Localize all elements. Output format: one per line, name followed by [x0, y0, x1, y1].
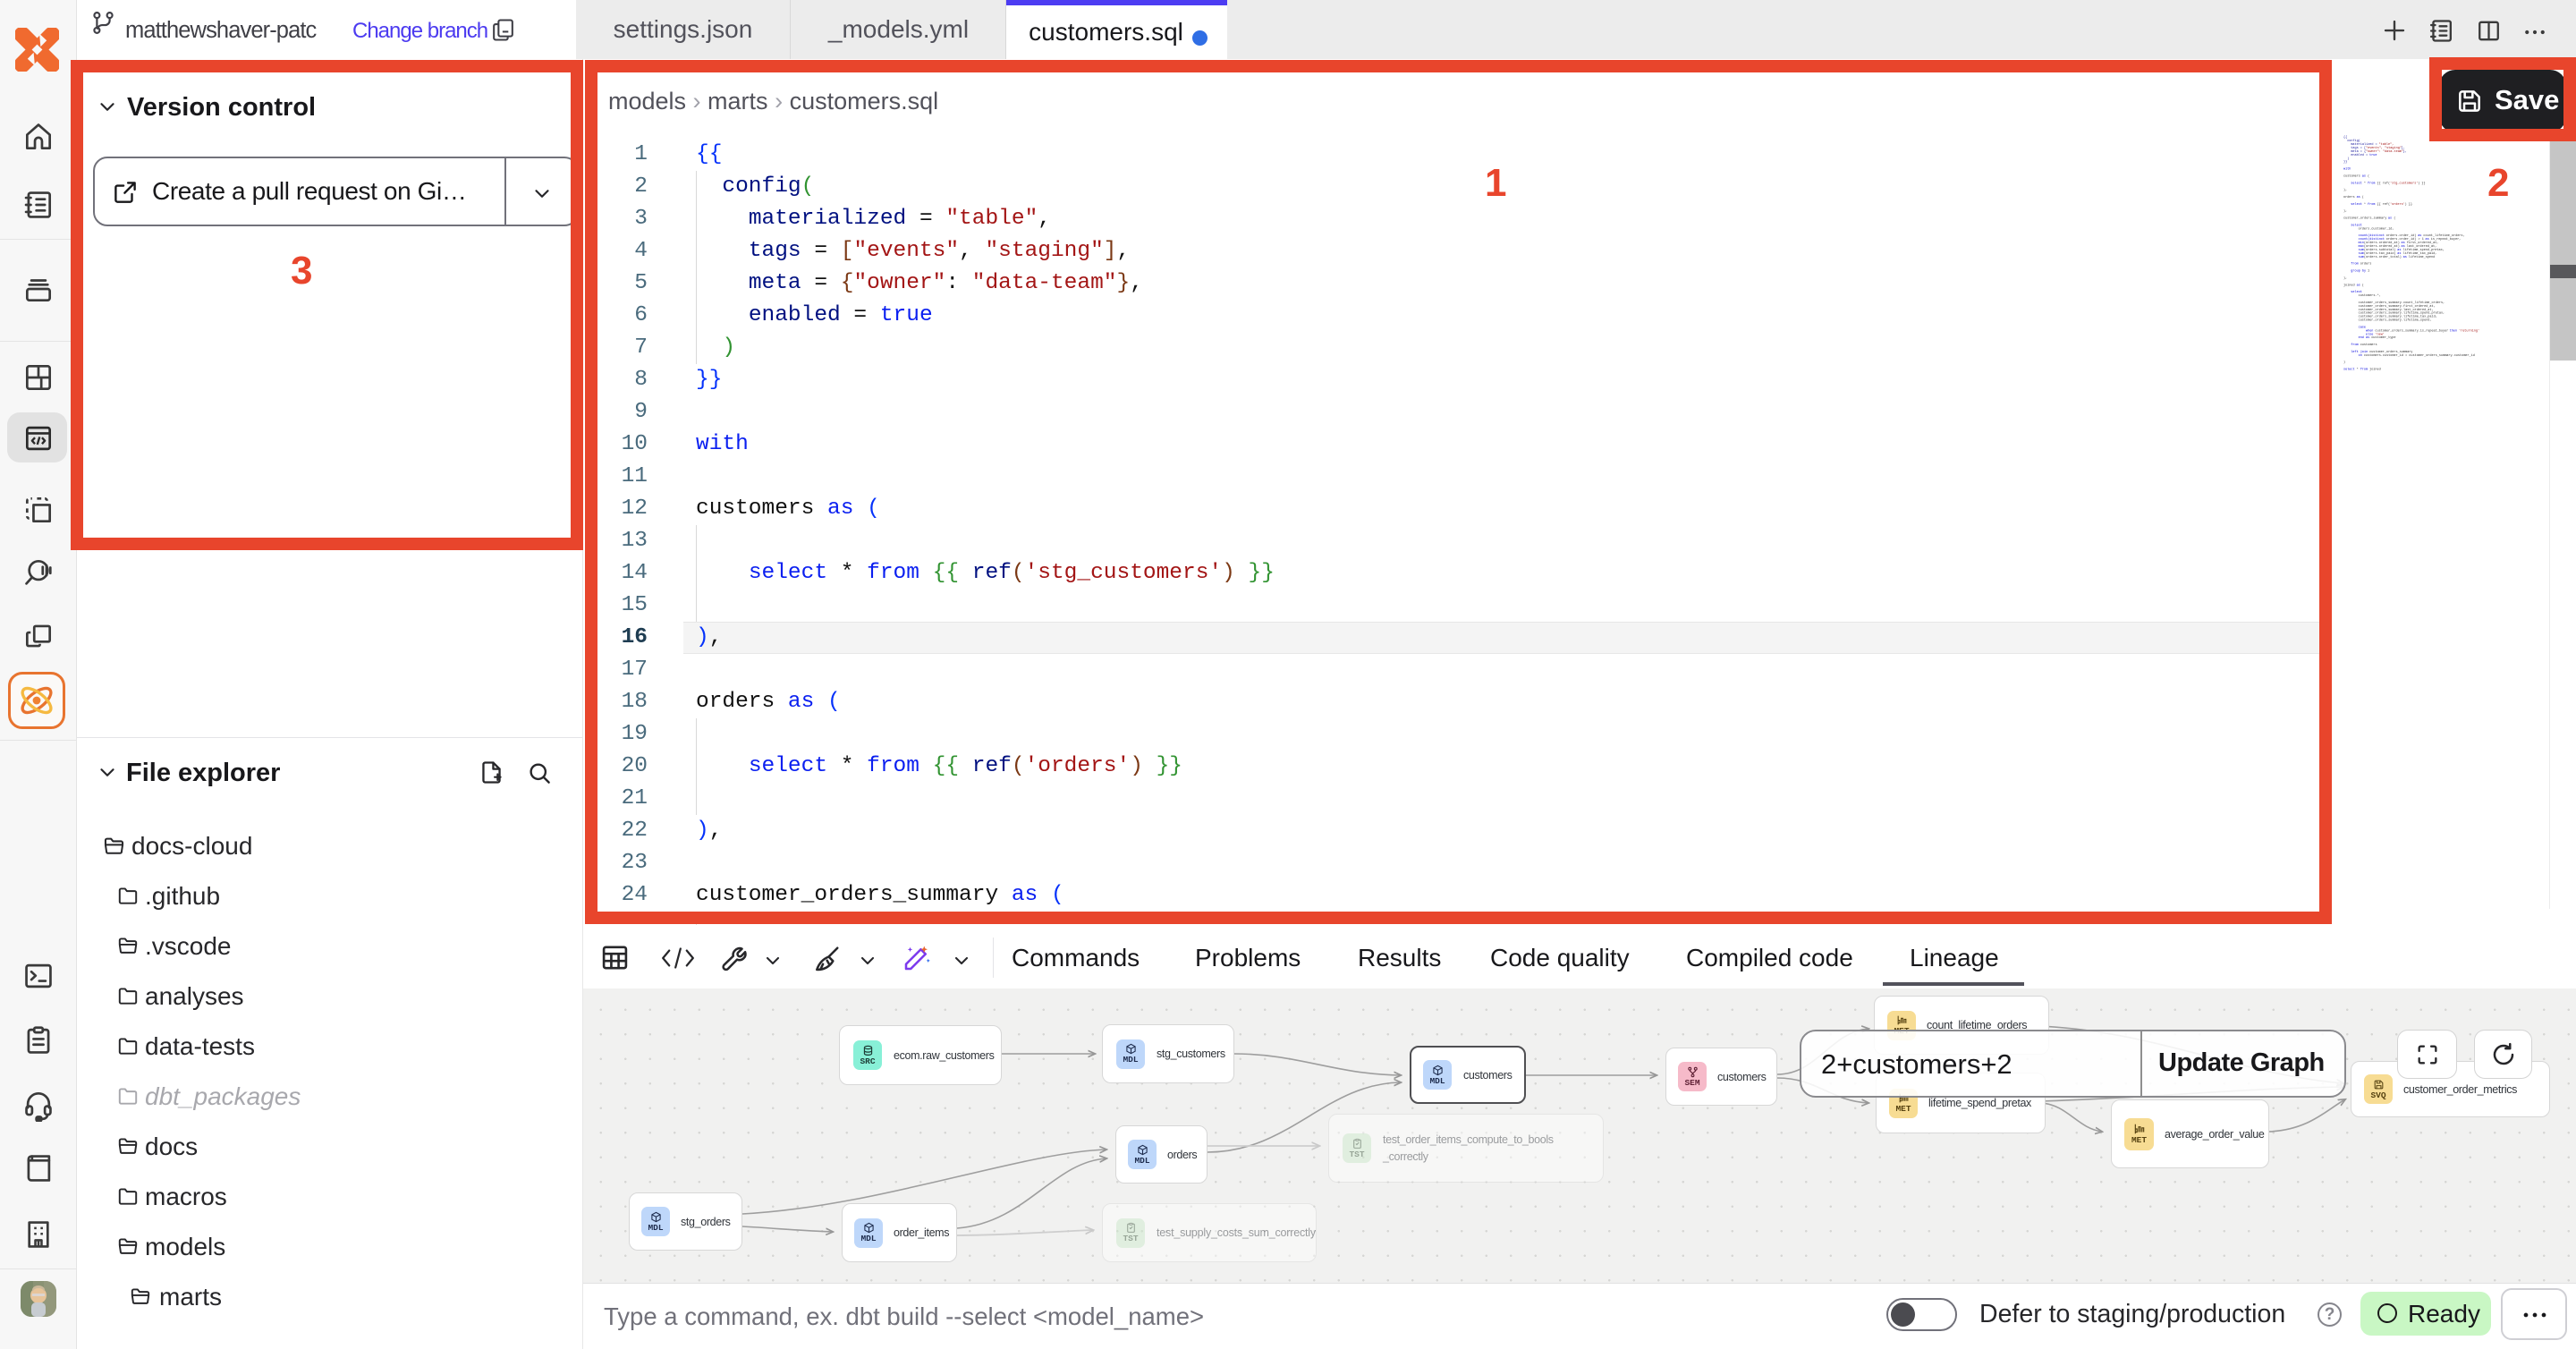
svg-text:) }}: ) }} — [2405, 202, 2412, 207]
svg-text:customer_orders_summary.lifeti: customer_orders_summary.lifetime_spend, — [2359, 318, 2432, 323]
svg-text:) }}: ) }} — [2418, 181, 2425, 185]
svg-text:(: ( — [2362, 195, 2364, 199]
svg-text:): ) — [2343, 361, 2345, 365]
svg-text:1: 1 — [2368, 270, 2369, 274]
svg-text:as: as — [2362, 174, 2366, 178]
svg-text:customers: customers — [2360, 343, 2377, 347]
svg-text:customers.*,: customers.*, — [2359, 293, 2381, 298]
svg-text:as: as — [2403, 256, 2407, 259]
svg-text:),: ), — [2343, 209, 2347, 214]
svg-text:*: * — [2364, 202, 2366, 207]
svg-text:*: * — [2364, 181, 2366, 185]
svg-text:joined: joined — [2369, 368, 2381, 372]
svg-text:enabled =: enabled = — [2351, 153, 2368, 157]
svg-text:orders: orders — [2343, 195, 2355, 199]
svg-text:group by: group by — [2351, 269, 2366, 274]
svg-text:*: * — [2357, 368, 2359, 372]
svg-text:as: as — [2388, 217, 2392, 221]
svg-text:}}: }} — [2343, 160, 2347, 165]
svg-text:joined: joined — [2343, 283, 2355, 287]
svg-text:select: select — [2351, 202, 2362, 207]
svg-text:select: select — [2351, 181, 2362, 185]
svg-text:then: then — [2450, 328, 2457, 333]
svg-text:'orders': 'orders' — [2390, 202, 2405, 207]
svg-text:from: from — [2368, 202, 2375, 207]
svg-text:orders: orders — [2360, 262, 2372, 267]
svg-text:with: with — [2343, 167, 2351, 172]
svg-text:from: from — [2351, 343, 2358, 347]
svg-text:lifetime_spend: lifetime_spend — [2409, 255, 2435, 259]
svg-text:},: }, — [2403, 149, 2407, 154]
svg-text:(: ( — [2362, 283, 2364, 287]
svg-text:(orders.order_total): (orders.order_total) — [2364, 255, 2402, 259]
svg-text:),: ), — [2343, 188, 2347, 192]
svg-text:from: from — [2351, 262, 2358, 267]
svg-text:as: as — [2357, 284, 2360, 287]
svg-text:(: ( — [2394, 216, 2395, 221]
svg-text:true: true — [2369, 153, 2377, 157]
svg-text:customer_type: customer_type — [2371, 335, 2395, 340]
svg-text:select: select — [2343, 368, 2355, 372]
svg-text:{{ ref(: {{ ref( — [2377, 202, 2390, 207]
svg-text:customer_orders_summary: customer_orders_summary — [2343, 216, 2386, 221]
svg-text:as: as — [2357, 196, 2360, 199]
svg-text:'stg_customers': 'stg_customers' — [2390, 181, 2419, 185]
svg-text:),: ), — [2343, 276, 2347, 280]
svg-text:'returning': 'returning' — [2459, 328, 2479, 333]
svg-text:case: case — [2359, 326, 2366, 329]
svg-text:from: from — [2368, 181, 2375, 185]
svg-text:customers: customers — [2343, 174, 2360, 178]
svg-text:orders.customer_id,: orders.customer_id, — [2359, 226, 2394, 231]
svg-text:from: from — [2360, 368, 2368, 372]
svg-text:on: on — [2359, 354, 2362, 358]
svg-text:customer_orders_summary.is_rep: customer_orders_summary.is_repeat_buyer — [2375, 328, 2448, 333]
svg-text:(: ( — [2368, 174, 2369, 178]
svg-text:): ) — [2347, 157, 2349, 161]
svg-text:customers.customer_id = custom: customers.customer_id = customer_orders_… — [2364, 353, 2475, 358]
svg-text:{{ ref(: {{ ref( — [2377, 181, 2390, 185]
svg-text:end as: end as — [2359, 335, 2370, 340]
